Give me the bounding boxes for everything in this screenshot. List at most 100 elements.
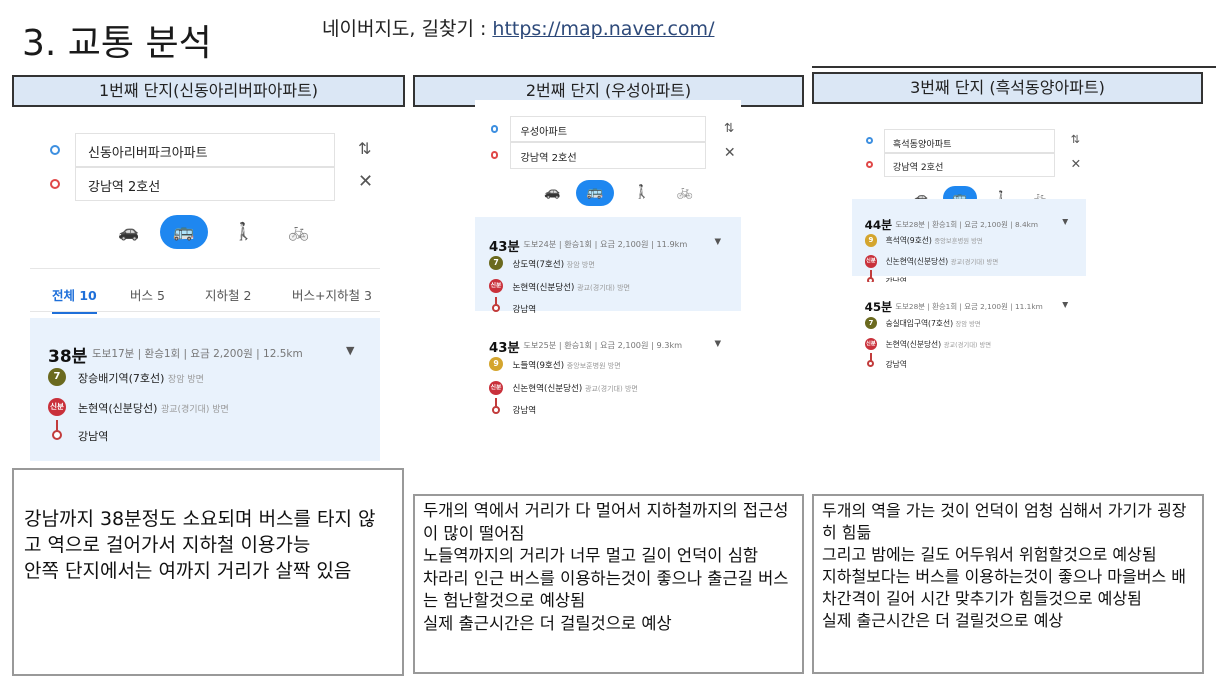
route-duration: 44분 bbox=[864, 217, 893, 232]
station-name: 노들역(9호선) bbox=[512, 360, 565, 371]
route-meta: 도보17분 | 환승1회 | 요금 2,200원 | 12.5km bbox=[92, 348, 303, 360]
note-line: 실제 출근시간은 더 걸릴것으로 예상 bbox=[822, 611, 1064, 630]
note-line: 실제 출근시간은 더 걸릴것으로 예상 bbox=[423, 613, 672, 633]
destination-input[interactable]: 강남역 2호선 bbox=[510, 142, 706, 169]
route-card[interactable]: 38분 도보17분 | 환승1회 | 요금 2,200원 | 12.5km ▼ 7 장승… bbox=[30, 318, 380, 461]
note-line: 노들역까지의 거리가 너무 멀고 길이 언덕이 심함 bbox=[423, 546, 759, 565]
route-meta: 도보24분 | 환승1회 | 요금 2,100원 | 11.9km bbox=[523, 238, 688, 249]
end-station: 강남역 bbox=[512, 406, 537, 417]
line-badge-신분: 신분 bbox=[864, 337, 878, 351]
route-duration: 43분 bbox=[489, 341, 520, 357]
route-card[interactable]: 43분 도보24분 | 환승1회 | 요금 2,100원 | 11.9km ▼ 7 상도… bbox=[475, 217, 741, 315]
route-card[interactable]: 43분 도보25분 | 환승1회 | 요금 2,100원 | 9.3km ▼ 9 노들역… bbox=[475, 318, 741, 416]
destination-marker-icon bbox=[490, 151, 499, 160]
destination-marker-icon bbox=[866, 161, 873, 169]
destination-input[interactable]: 강남역 2호선 bbox=[75, 167, 335, 201]
clear-icon[interactable]: ✕ bbox=[724, 145, 736, 161]
station-direction: 광교(경기대) 방면 bbox=[950, 259, 999, 267]
walk-mode-icon[interactable]: 🚶 bbox=[220, 215, 268, 249]
analysis-note: 두개의 역을 가는 것이 언덕이 엄청 심해서 가기가 굉장히 힘듦 그리고 밤에… bbox=[812, 494, 1204, 674]
station-direction: 장암 방면 bbox=[167, 375, 204, 385]
note-line: 안쪽 단지에서는 여까지 거리가 살짝 있음 bbox=[24, 560, 352, 582]
route-meta: 도보28분 | 환승1회 | 요금 2,100원 | 8.4km bbox=[895, 219, 1039, 229]
station-name: 논현역(신분당선) bbox=[78, 402, 158, 415]
station-name: 숭실대입구역(7호선) bbox=[885, 318, 954, 328]
swap-icon[interactable]: ⇅ bbox=[724, 120, 734, 135]
line-badge-7: 7 bbox=[489, 256, 504, 271]
divider-line bbox=[812, 66, 1216, 68]
station-name: 상도역(7호선) bbox=[512, 259, 565, 270]
station-step: 상도역(7호선) 장암 방면 bbox=[512, 258, 594, 270]
swap-icon[interactable]: ⇅ bbox=[1071, 133, 1080, 146]
mode-divider bbox=[30, 268, 380, 269]
note-line: 차라리 인근 버스를 이용하는것이 좋으나 출근길 버스는 험난할것으로 예상됨 bbox=[423, 568, 789, 611]
car-mode-icon[interactable]: 🚗 bbox=[534, 180, 571, 207]
line-badge-7: 7 bbox=[864, 316, 878, 330]
station-direction: 광교(경기대) 방면 bbox=[585, 384, 638, 394]
end-station: 강남역 bbox=[885, 359, 907, 369]
bus-mode-icon[interactable]: 🚌 bbox=[576, 179, 614, 207]
expand-chevron-icon[interactable]: ▼ bbox=[346, 344, 354, 357]
station-step: 숭실대입구역(7호선) 장암 방면 bbox=[886, 318, 981, 329]
station-name: 논현역(신분당선) bbox=[885, 339, 942, 349]
route-duration: 38분 bbox=[48, 347, 88, 367]
source-label: 네이버지도, 길찾기 : bbox=[322, 18, 493, 40]
station-step: 장승배기역(7호선) 장암 방면 bbox=[78, 370, 204, 386]
expand-chevron-icon[interactable]: ▼ bbox=[1062, 300, 1068, 309]
analysis-note: 강남까지 38분정도 소요되며 버스를 타지 않고 역으로 걸어가서 지하철 이… bbox=[12, 468, 404, 676]
expand-chevron-icon[interactable]: ▼ bbox=[714, 339, 721, 349]
destination-marker-icon bbox=[50, 179, 60, 189]
route-duration: 43분 bbox=[489, 239, 520, 255]
line-badge-7: 7 bbox=[48, 368, 66, 386]
note-line: 두개의 역에서 거리가 다 멀어서 지하철까지의 접근성이 많이 떨어짐 bbox=[423, 501, 789, 543]
station-name: 신논현역(신분당선) bbox=[885, 257, 949, 267]
car-mode-icon[interactable]: 🚗 bbox=[105, 215, 153, 249]
origin-input[interactable]: 신동아리버파크아파트 bbox=[75, 133, 335, 167]
bike-mode-icon[interactable]: 🚲 bbox=[275, 215, 323, 249]
tab-1[interactable]: 버스 5 bbox=[130, 285, 165, 312]
end-marker-icon bbox=[867, 359, 875, 367]
bus-mode-icon[interactable]: 🚌 bbox=[160, 215, 208, 249]
walk-mode-icon[interactable]: 🚶 bbox=[623, 180, 660, 207]
expand-chevron-icon[interactable]: ▼ bbox=[714, 237, 721, 247]
station-step: 논현역(신분당선) 광교(경기대) 방면 bbox=[512, 281, 630, 293]
expand-chevron-icon[interactable]: ▼ bbox=[1062, 217, 1068, 226]
clear-icon[interactable]: ✕ bbox=[358, 171, 373, 192]
route-card[interactable]: 44분 도보28분 | 환승1회 | 요금 2,100원 | 8.4km ▼ 9 흑석역… bbox=[852, 199, 1086, 286]
route-card[interactable]: 45분 도보28분 | 환승1회 | 요금 2,100원 | 11.1km ▼ 7 숭실… bbox=[852, 281, 1086, 369]
source-caption: 네이버지도, 길찾기 : https://map.naver.com/ bbox=[322, 14, 714, 41]
clear-icon[interactable]: ✕ bbox=[1071, 156, 1082, 171]
station-direction: 중앙보훈병원 방면 bbox=[566, 360, 621, 370]
source-link[interactable]: https://map.naver.com/ bbox=[492, 18, 714, 40]
route-duration: 45분 bbox=[864, 300, 893, 315]
origin-marker-icon bbox=[490, 124, 499, 133]
tab-3[interactable]: 버스+지하철 3 bbox=[292, 285, 372, 312]
origin-input[interactable]: 우성아파트 bbox=[510, 115, 706, 143]
end-station: 강남역 bbox=[78, 430, 109, 443]
station-direction: 중앙보훈병원 방면 bbox=[934, 238, 983, 246]
station-direction: 광교(경기대) 방면 bbox=[943, 341, 992, 349]
station-step: 신논현역(신분당선) 광교(경기대) 방면 bbox=[512, 382, 637, 394]
station-direction: 장암 방면 bbox=[566, 259, 595, 269]
station-step: 노들역(9호선) 중앙보훈병원 방면 bbox=[512, 359, 620, 371]
tab-divider bbox=[30, 311, 380, 312]
tab-0[interactable]: 전체 10 bbox=[52, 285, 97, 314]
complex-heading: 1번째 단지(신동아리버파아파트) bbox=[12, 75, 405, 107]
note-line: 강남까지 38분정도 소요되며 버스를 타지 않고 역으로 걸어가서 지하철 이… bbox=[24, 508, 376, 556]
route-meta: 도보25분 | 환승1회 | 요금 2,100원 | 9.3km bbox=[523, 340, 683, 351]
end-marker-icon bbox=[492, 405, 500, 414]
note-line: 지하철보다는 버스를 이용하는것이 좋으나 마을버스 배차간격이 길어 시간 맞… bbox=[822, 567, 1186, 608]
line-badge-9: 9 bbox=[864, 234, 878, 247]
route-search-panel: 흑석동양아파트강남역 2호선⇅✕🚗🚌🚶🚲전체 10버스 6지하철 2버스+지하철… bbox=[852, 115, 1086, 460]
origin-input[interactable]: 흑석동양아파트 bbox=[883, 129, 1055, 153]
route-search-panel: 신동아리버파크아파트 강남역 2호선 ⇅ ✕ 🚗 🚌 🚶 🚲 전체 10 버스 5 지하철 2 버스+… bbox=[30, 113, 380, 461]
route-search-panel: 우성아파트강남역 2호선⇅✕🚗🚌🚶🚲전체 10버스 5지하철 2버스+지하철 3… bbox=[475, 100, 741, 480]
station-name: 신논현역(신분당선) bbox=[512, 384, 583, 395]
destination-input[interactable]: 강남역 2호선 bbox=[883, 152, 1055, 177]
swap-icon[interactable]: ⇅ bbox=[358, 139, 371, 158]
tab-2[interactable]: 지하철 2 bbox=[205, 285, 251, 312]
bike-mode-icon[interactable]: 🚲 bbox=[666, 180, 703, 207]
station-step: 논현역(신분당선) 광교(경기대) 방면 bbox=[886, 339, 991, 350]
line-badge-9: 9 bbox=[489, 357, 504, 372]
station-direction: 장암 방면 bbox=[955, 320, 981, 328]
